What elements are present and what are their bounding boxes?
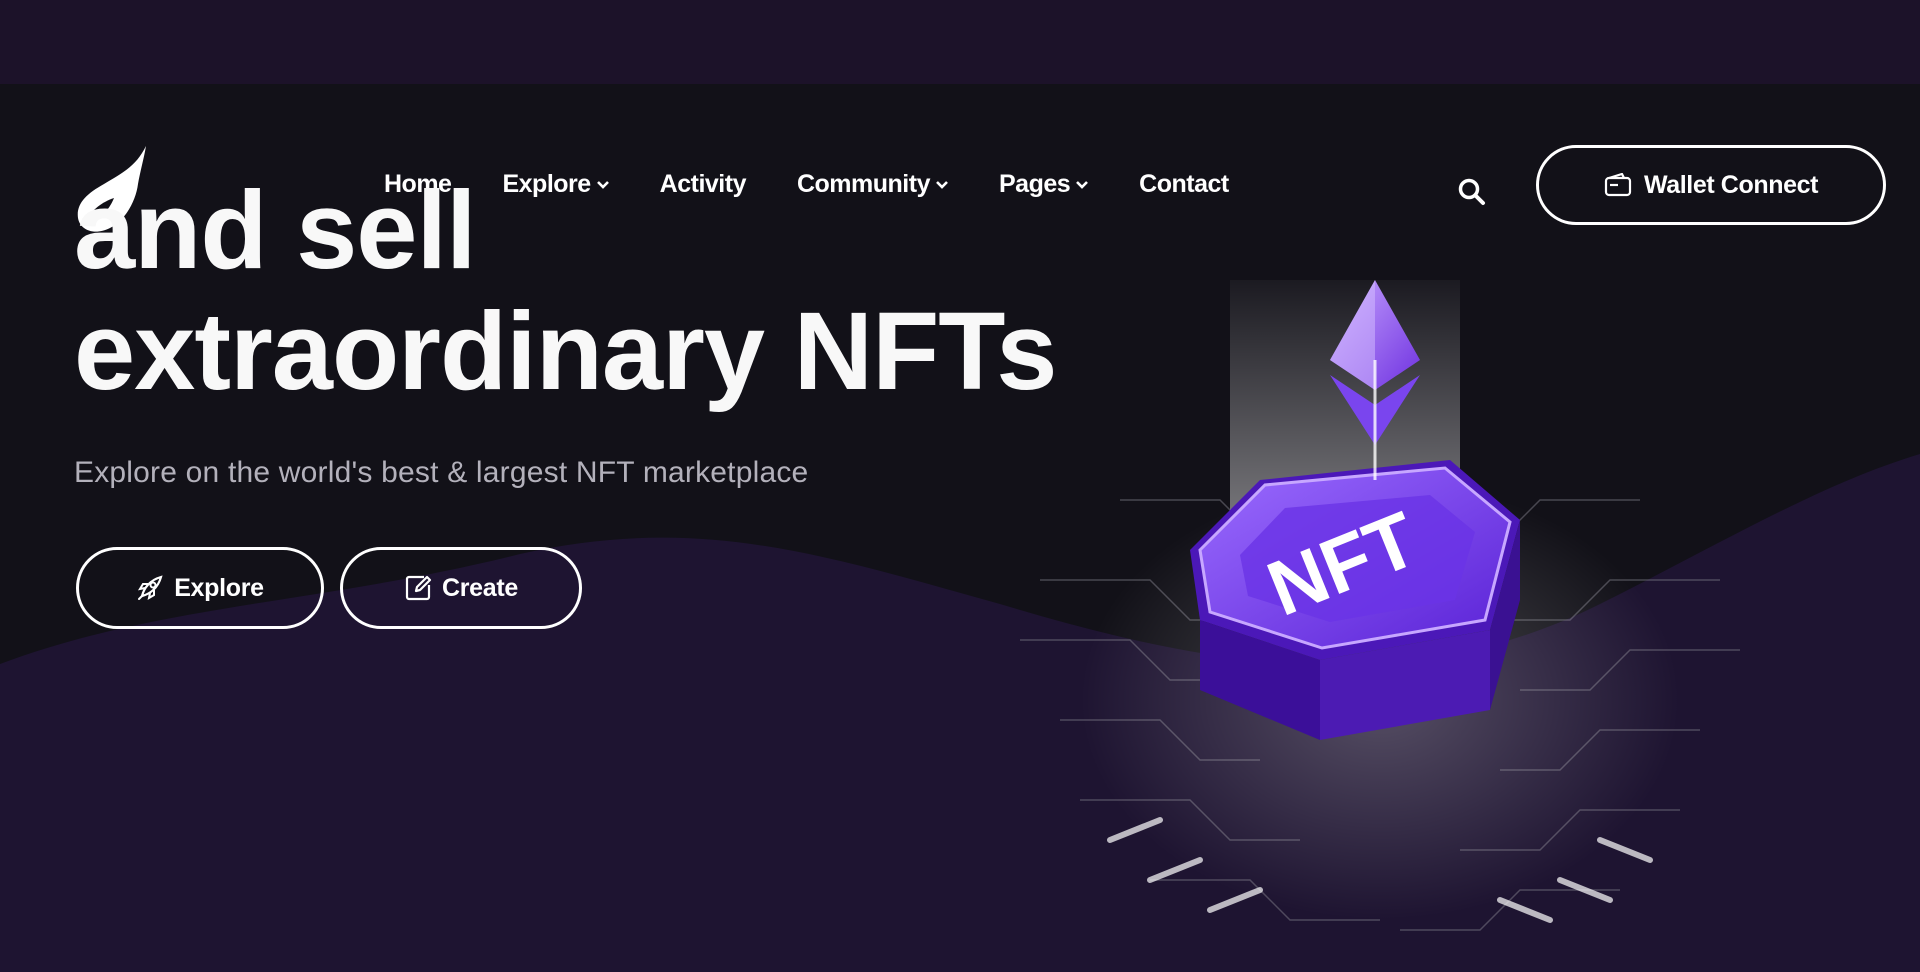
nav-item-pages[interactable]: Pages	[998, 170, 1089, 199]
hero-headline-line2: extraordinary NFTs	[74, 290, 1057, 413]
wallet-connect-button[interactable]: Wallet Connect	[1536, 145, 1886, 225]
nav-item-activity[interactable]: Activity	[659, 170, 747, 199]
nav-item-contact[interactable]: Contact	[1139, 170, 1229, 199]
hero-headline-line1: and sell	[74, 169, 477, 292]
hero-subtitle: Explore on the world's best & largest NF…	[74, 456, 809, 489]
explore-button[interactable]: Explore	[76, 547, 324, 629]
chevron-down-icon	[936, 180, 948, 189]
nav-item-label: Contact	[1139, 170, 1229, 198]
edit-icon	[405, 575, 432, 601]
nav-item-label: Activity	[659, 170, 747, 198]
wallet-icon	[1604, 173, 1632, 197]
explore-button-label: Explore	[174, 573, 264, 602]
nav-item-explore[interactable]: Explore	[502, 170, 609, 199]
search-icon[interactable]	[1456, 176, 1488, 208]
rocket-icon	[138, 575, 163, 601]
create-button[interactable]: Create	[340, 547, 582, 629]
nft-hero-illustration: NFT	[1020, 280, 1740, 931]
chevron-down-icon	[1076, 180, 1089, 189]
hero-section: Home Explore Activity Community Pages Co…	[0, 84, 1920, 972]
nav-item-label: Community	[796, 170, 931, 198]
nav-item-community[interactable]: Community	[797, 170, 948, 199]
main-nav: Home Explore Activity Community Pages Co…	[384, 170, 1280, 199]
create-button-label: Create	[441, 573, 519, 602]
nav-item-label: Explore	[502, 170, 591, 198]
wallet-connect-label: Wallet Connect	[1643, 170, 1819, 199]
chevron-down-icon	[596, 180, 609, 189]
nav-item-label: Pages	[998, 170, 1071, 198]
